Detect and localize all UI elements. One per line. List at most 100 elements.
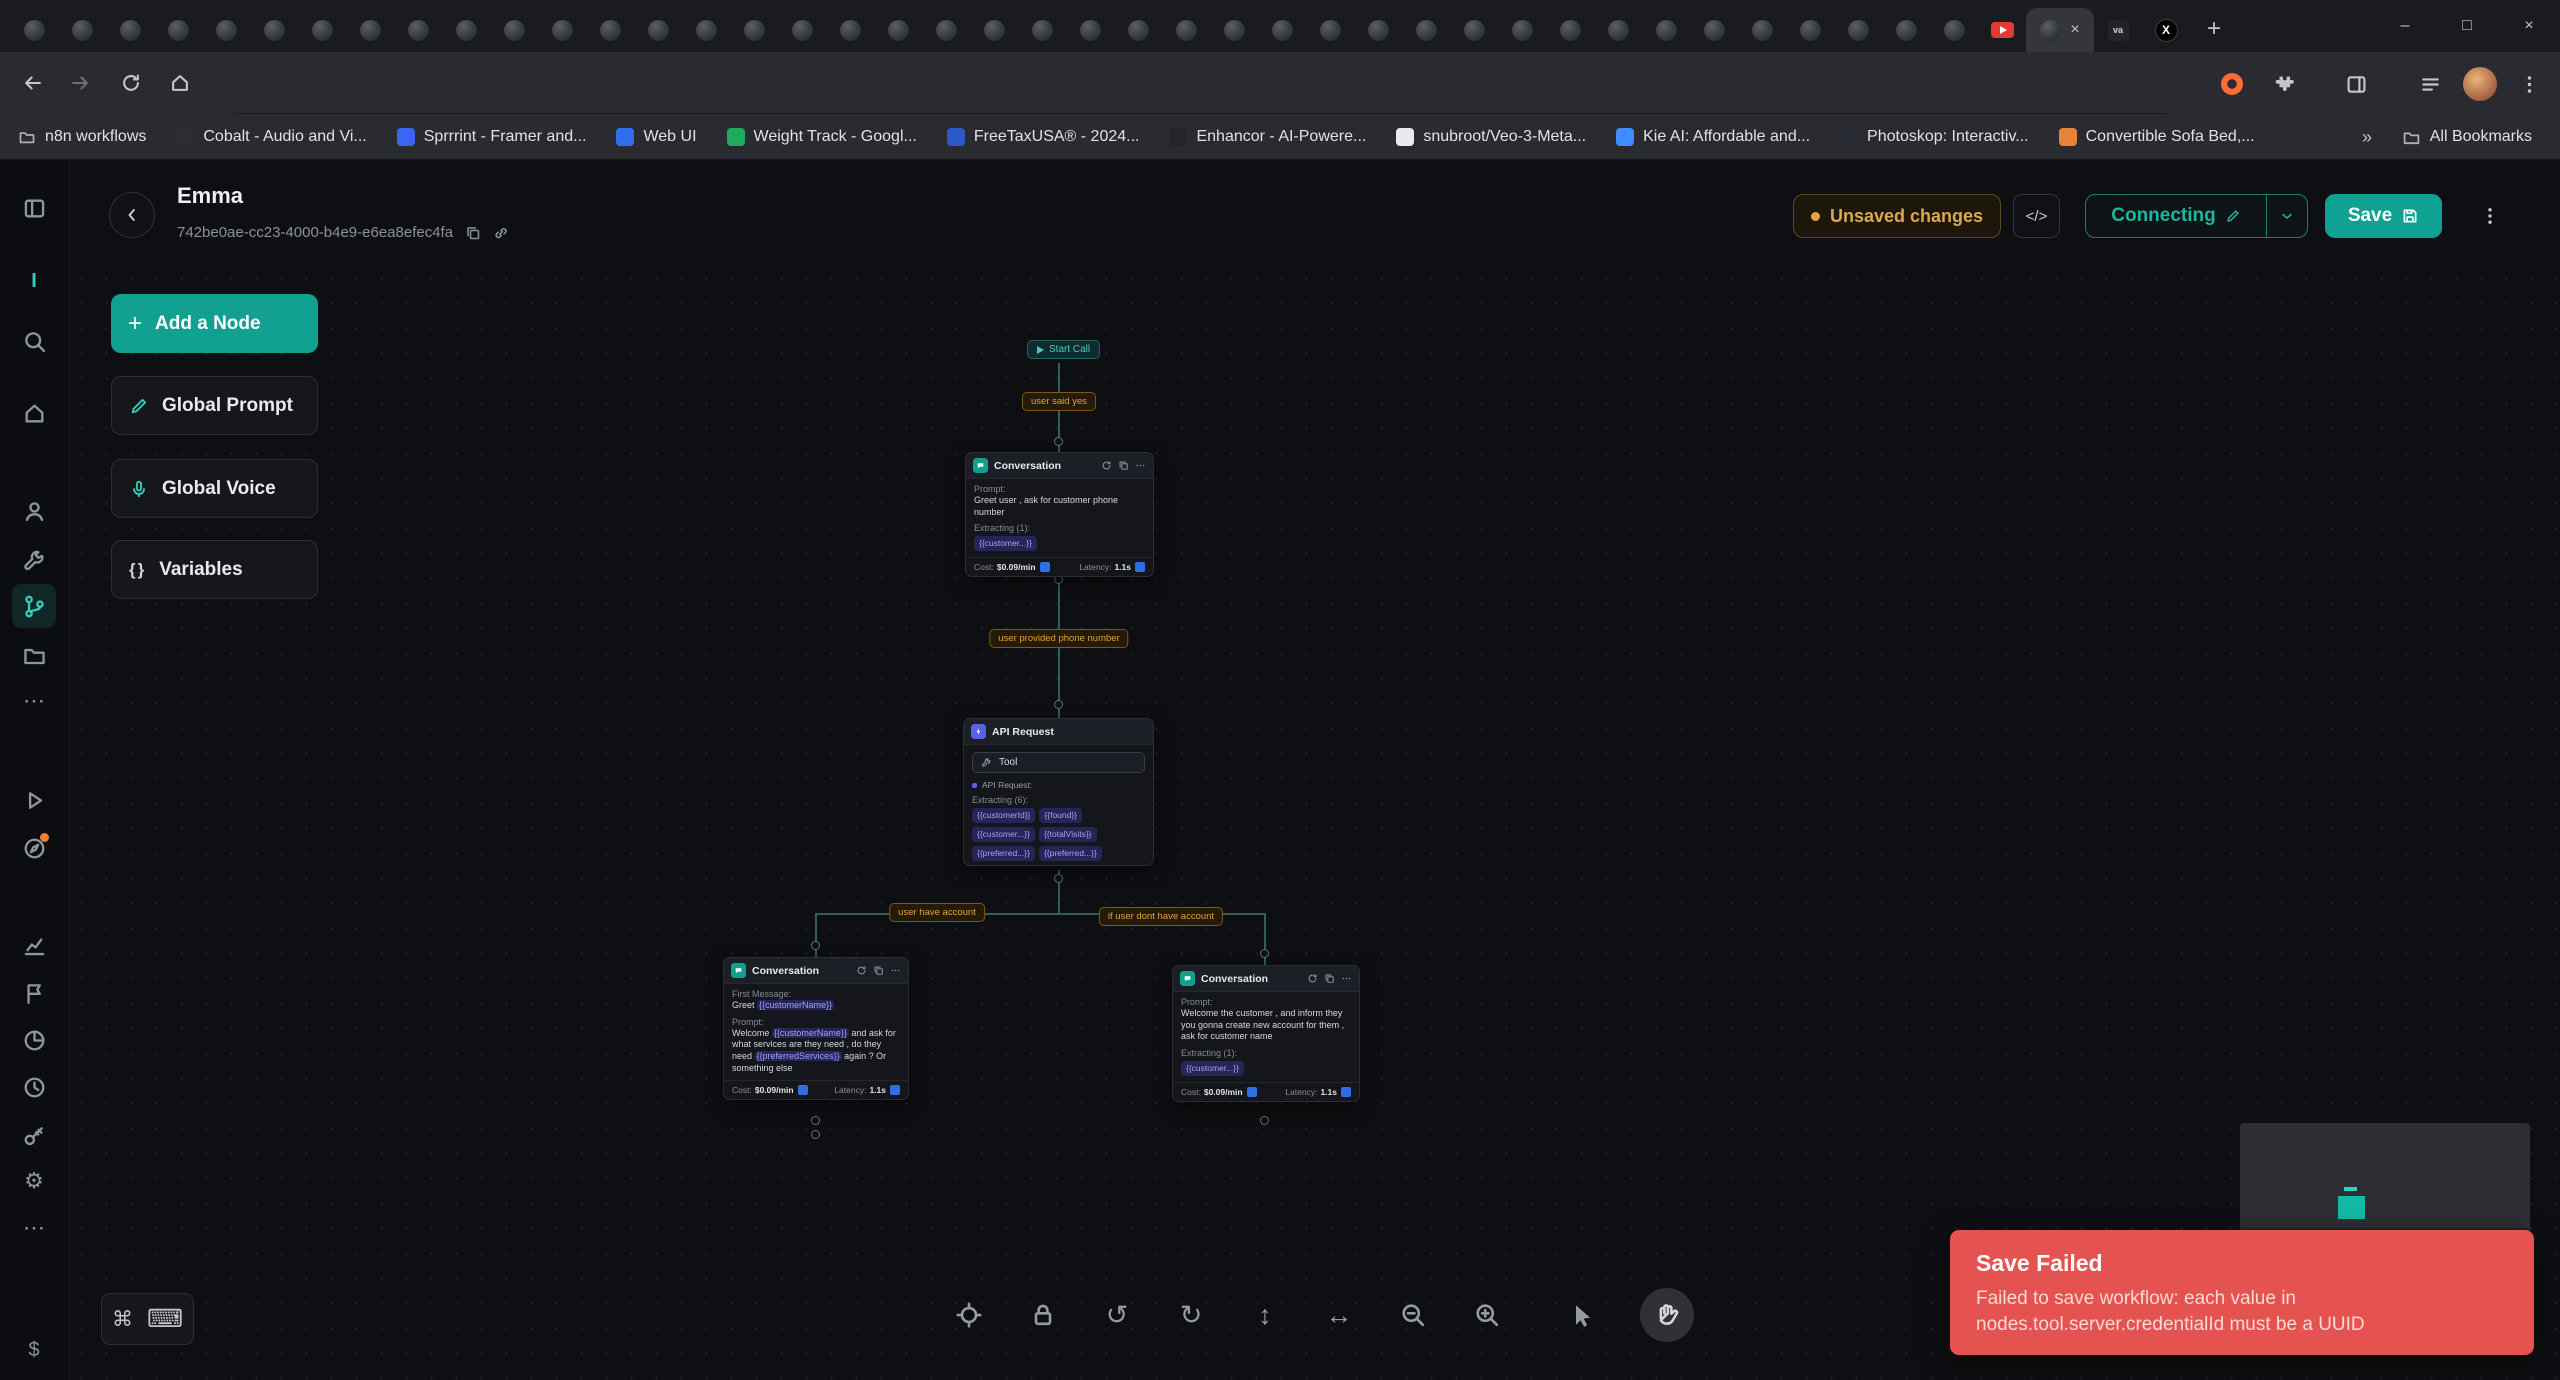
- node-port[interactable]: [1260, 1116, 1269, 1125]
- horizontal-layout-icon[interactable]: ↔: [1322, 1298, 1356, 1332]
- prompt-label: Prompt:: [1181, 997, 1213, 1007]
- edge-condition-label[interactable]: if user dont have account: [1098, 907, 1224, 926]
- add-node-label: Add a Node: [155, 312, 261, 334]
- prompt-label: Prompt:: [732, 1016, 764, 1027]
- prompt-text: Welcome the customer , and inform they y…: [1181, 1008, 1345, 1042]
- minimap-viewport: [2241, 1124, 2529, 1228]
- edge-line: [815, 913, 817, 958]
- rerun-icon[interactable]: [1307, 973, 1318, 984]
- select-cursor-icon[interactable]: [1566, 1298, 1600, 1332]
- toast-title: Save Failed: [1976, 1250, 2103, 1276]
- prompt-label: Prompt:: [974, 484, 1006, 494]
- variable-chip: {{found}}: [1039, 808, 1083, 823]
- minimap-node: [2344, 1187, 2357, 1191]
- prompt-text: Greet user , ask for customer phone numb…: [974, 495, 1119, 517]
- wrench-icon: [981, 758, 991, 767]
- prompt-text: Welcome {{customerName}} and ask for wha…: [732, 1027, 896, 1073]
- rerun-icon[interactable]: [1101, 460, 1112, 471]
- node-menu-icon[interactable]: [1341, 973, 1352, 984]
- cost-badge-icon: [1039, 562, 1050, 573]
- shortcuts-button[interactable]: ⌘ ⌨: [101, 1293, 194, 1345]
- global-voice-label: Global Voice: [162, 477, 276, 499]
- edge-condition-label[interactable]: user said yes: [1022, 392, 1096, 411]
- lock-icon[interactable]: [1026, 1298, 1060, 1332]
- global-prompt-button[interactable]: Global Prompt: [111, 376, 318, 435]
- plus-icon: +: [128, 309, 143, 337]
- node-start-call[interactable]: Start Call: [1027, 340, 1101, 359]
- variable-chip: {{preferred...}}: [972, 846, 1035, 861]
- variable-chip: {{customer...}}: [972, 827, 1035, 842]
- edge-condition-label[interactable]: user have account: [889, 903, 985, 922]
- node-port[interactable]: [1054, 437, 1063, 446]
- extracting-label: Extracting (1):: [974, 523, 1031, 534]
- node-port[interactable]: [1054, 874, 1063, 883]
- extracting-label: Extracting (6):: [972, 795, 1029, 805]
- node-port[interactable]: [811, 941, 820, 950]
- keyboard-icon: ⌨: [146, 1305, 184, 1333]
- variable-chip: {{customerName}}: [771, 1027, 849, 1038]
- toast-save-failed: Save Failed Failed to save workflow: eac…: [1950, 1230, 2534, 1355]
- conversation-icon: [1180, 971, 1195, 986]
- bullet-icon: [972, 782, 977, 788]
- rerun-icon[interactable]: [856, 965, 867, 976]
- node-api-request[interactable]: API Request Tool API Request: Extracting…: [963, 718, 1154, 866]
- variable-chip: {{customerId}}: [972, 808, 1036, 823]
- node-conversation-1[interactable]: Conversation Prompt: Greet user , ask fo…: [965, 452, 1154, 578]
- vertical-layout-icon[interactable]: ↕: [1248, 1298, 1282, 1332]
- variable-chip: {{preferred...}}: [1038, 846, 1102, 861]
- fit-view-icon[interactable]: [952, 1298, 986, 1332]
- toast-message: Failed to save workflow: each value in n…: [1976, 1288, 2365, 1335]
- workflow-stage: + Add a Node Global Prompt Global Voice …: [0, 0, 2560, 1380]
- latency-badge-icon: [1135, 562, 1145, 573]
- duplicate-icon[interactable]: [873, 965, 884, 976]
- node-title: Conversation: [994, 459, 1062, 472]
- node-title: API Request: [992, 725, 1054, 738]
- tool-selector[interactable]: Tool: [972, 752, 1145, 773]
- global-voice-button[interactable]: Global Voice: [111, 459, 318, 518]
- api-request-row: API Request:: [972, 780, 1145, 790]
- conversation-icon: [973, 458, 988, 473]
- node-conversation-2[interactable]: Conversation First Message: Greet {{cust…: [723, 957, 909, 1101]
- add-node-button[interactable]: + Add a Node: [111, 294, 318, 353]
- braces-icon: {}: [129, 559, 147, 579]
- duplicate-icon[interactable]: [1324, 973, 1335, 984]
- start-call-label: Start Call: [1049, 344, 1091, 355]
- undo-icon[interactable]: ↺: [1100, 1298, 1134, 1332]
- node-port[interactable]: [811, 1116, 820, 1125]
- node-port[interactable]: [1260, 949, 1269, 958]
- node-title: Conversation: [752, 964, 820, 977]
- latency-badge-icon: [1341, 1087, 1351, 1098]
- microphone-icon: [133, 480, 145, 497]
- variables-label: Variables: [159, 558, 243, 580]
- variable-chip: {{customer...}}: [974, 536, 1037, 552]
- node-title: Conversation: [1201, 972, 1269, 985]
- zoom-in-icon[interactable]: [1470, 1298, 1504, 1332]
- play-icon: [1037, 345, 1044, 354]
- canvas-toolbar: ↺ ↻ ↕ ↔: [952, 1288, 1694, 1342]
- first-message-label: First Message:: [732, 989, 792, 999]
- node-port[interactable]: [811, 1130, 820, 1139]
- variable-chip: {{totalVisits}}: [1038, 827, 1097, 842]
- edge-condition-label[interactable]: user provided phone number: [989, 629, 1129, 648]
- latency-badge-icon: [890, 1085, 900, 1096]
- api-request-icon: [971, 724, 986, 739]
- cost-badge-icon: [1246, 1087, 1257, 1098]
- node-menu-icon[interactable]: [890, 965, 901, 976]
- minimap-node: [2338, 1196, 2365, 1219]
- tool-label: Tool: [999, 757, 1018, 768]
- conversation-icon: [731, 963, 746, 978]
- variable-chip: {{customerName}}: [757, 1000, 835, 1010]
- node-port[interactable]: [1054, 700, 1063, 709]
- browser-window: × va X + – □ × dashboard.vapi.ai/workflo…: [0, 0, 2560, 1380]
- first-message-text: Greet {{customerName}}: [732, 1000, 835, 1010]
- duplicate-icon[interactable]: [1118, 460, 1129, 471]
- pan-hand-icon[interactable]: [1640, 1288, 1694, 1342]
- node-conversation-3[interactable]: Conversation Prompt: Welcome the custome…: [1172, 965, 1360, 1103]
- variable-chip: {{preferredServices}}: [754, 1051, 842, 1062]
- zoom-out-icon[interactable]: [1396, 1298, 1430, 1332]
- node-menu-icon[interactable]: [1135, 460, 1146, 471]
- global-prompt-label: Global Prompt: [162, 394, 293, 416]
- redo-icon[interactable]: ↻: [1174, 1298, 1208, 1332]
- variables-button[interactable]: {} Variables: [111, 540, 318, 599]
- command-icon: ⌘: [111, 1307, 133, 1331]
